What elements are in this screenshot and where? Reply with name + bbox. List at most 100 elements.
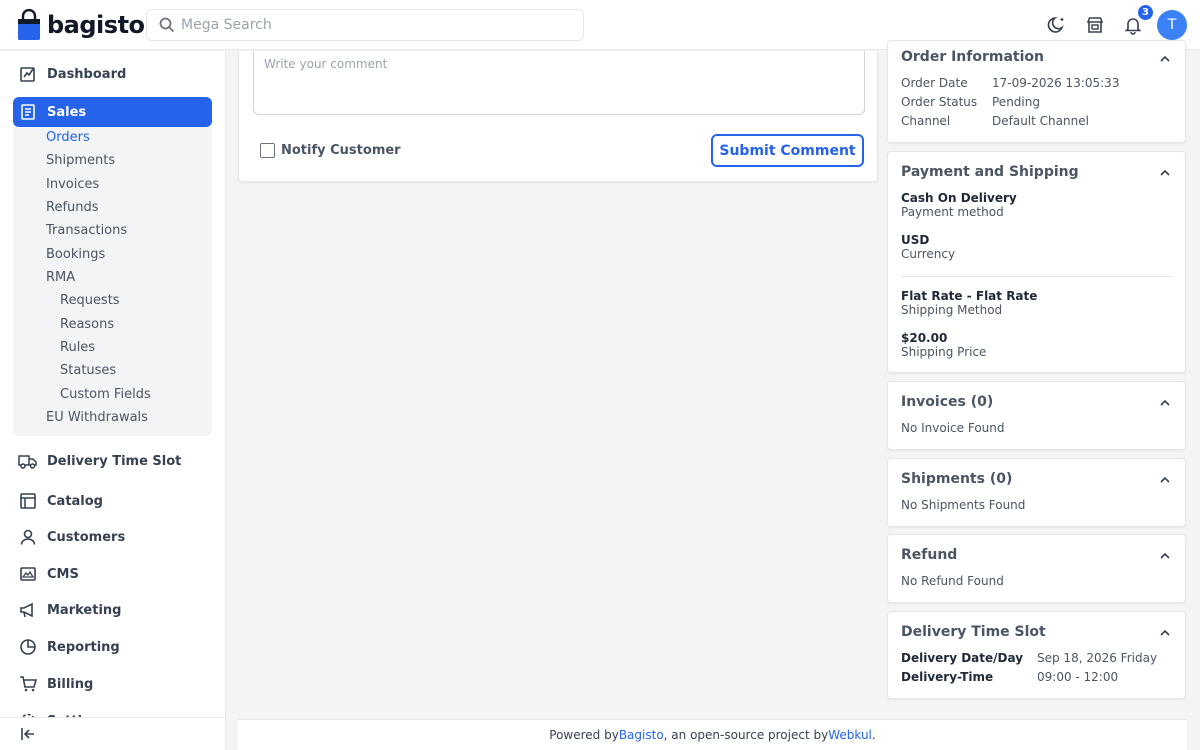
delivery-time-slot-title: Delivery Time Slot	[901, 624, 1046, 640]
chevron-up-icon[interactable]	[1158, 396, 1172, 410]
notify-customer-checkbox-row[interactable]: Notify Customer	[260, 143, 401, 158]
notification-count-badge: 3	[1137, 4, 1154, 21]
sidebar-item-label: Billing	[47, 676, 94, 692]
sidebar-item-label: Sales	[47, 104, 87, 120]
sidebar-item-dashboard[interactable]: Dashboard	[13, 59, 212, 89]
refund-empty-message: No Refund Found	[901, 574, 1004, 588]
dashboard-icon	[18, 64, 38, 84]
payment-method-value: Cash On Delivery	[901, 191, 1017, 205]
order-comment-card: Notify Customer Submit Comment	[238, 51, 878, 182]
user-icon	[18, 527, 38, 547]
invoices-card: Invoices (0) No Invoice Found	[887, 381, 1186, 450]
shipping-method-value: Flat Rate - Flat Rate	[901, 289, 1038, 303]
sidebar-subitem-custom-fields[interactable]: Custom Fields	[60, 387, 151, 402]
sidebar-item-label: Catalog	[47, 493, 103, 509]
delivery-time-value: 09:00 - 12:00	[1037, 670, 1119, 684]
sidebar-item-marketing[interactable]: Marketing	[13, 595, 212, 625]
chevron-up-icon[interactable]	[1158, 626, 1172, 640]
channel-label: Channel	[901, 114, 951, 128]
webkul-link[interactable]: Webkul	[828, 728, 872, 742]
collapse-sidebar-icon	[21, 728, 34, 740]
payment-shipping-title: Payment and Shipping	[901, 164, 1079, 180]
channel-value: Default Channel	[992, 114, 1089, 128]
sidebar-subitem-eu-withdrawals[interactable]: EU Withdrawals	[46, 410, 148, 425]
megaphone-icon	[18, 600, 38, 620]
shipments-empty-message: No Shipments Found	[901, 498, 1026, 512]
delivery-date-label: Delivery Date/Day	[901, 651, 1024, 665]
notify-customer-checkbox[interactable]	[260, 143, 275, 158]
mega-search-box[interactable]	[146, 9, 584, 41]
currency-label: Currency	[901, 247, 956, 261]
bagisto-logo[interactable]: bagisto	[17, 9, 145, 41]
user-avatar[interactable]: T	[1157, 10, 1187, 40]
notifications-button[interactable]: 3	[1121, 4, 1154, 37]
sidebar-subitem-rma[interactable]: RMA	[46, 270, 75, 285]
footer-prefix: Powered by	[549, 728, 619, 742]
sidebar-item-sales[interactable]: Sales	[13, 97, 212, 127]
shipments-card: Shipments (0) No Shipments Found	[887, 458, 1186, 527]
sidebar-subitem-requests[interactable]: Requests	[60, 293, 120, 308]
sidebar-subitem-reasons[interactable]: Reasons	[60, 317, 114, 332]
brand-name: bagisto	[47, 11, 145, 39]
divider	[901, 276, 1173, 277]
notify-customer-label: Notify Customer	[281, 143, 401, 158]
payment-method-label: Payment method	[901, 205, 1004, 219]
sidebar-item-catalog[interactable]: Catalog	[13, 486, 212, 516]
invoices-empty-message: No Invoice Found	[901, 421, 1005, 435]
sidebar-subitem-invoices[interactable]: Invoices	[46, 177, 99, 192]
visit-shop-button[interactable]	[1083, 13, 1107, 37]
sidebar-item-label: Dashboard	[47, 66, 127, 82]
sidebar-item-label: CMS	[47, 566, 79, 582]
catalog-icon	[18, 491, 38, 511]
sidebar-subitem-orders[interactable]: Orders	[46, 130, 90, 145]
sales-icon	[18, 102, 38, 122]
refund-card: Refund No Refund Found	[887, 534, 1186, 603]
sidebar-item-label: Customers	[47, 529, 126, 545]
cart-icon	[18, 674, 38, 694]
storefront-icon	[1086, 17, 1104, 33]
delivery-date-value: Sep 18, 2026 Friday	[1037, 651, 1158, 665]
currency-value: USD	[901, 233, 930, 247]
comment-textarea[interactable]	[253, 51, 865, 115]
shipping-method-label: Shipping Method	[901, 303, 1003, 317]
dark-mode-toggle[interactable]	[1045, 13, 1069, 37]
sidebar-item-delivery-time-slot[interactable]: Delivery Time Slot	[13, 446, 212, 476]
dark-mode-icon	[1047, 17, 1064, 33]
sidebar-item-billing[interactable]: Billing	[13, 669, 212, 699]
sidebar-subitem-shipments[interactable]: Shipments	[46, 153, 115, 168]
order-date-value: 17-09-2026 13:05:33	[992, 76, 1120, 90]
footer-suffix: .	[871, 728, 876, 742]
footer-middle: , an open-source project by	[663, 728, 829, 742]
chevron-up-icon[interactable]	[1158, 473, 1172, 487]
sidebar-collapse-button[interactable]	[0, 717, 225, 750]
page-footer: Powered by Bagisto, an open-source proje…	[238, 719, 1187, 750]
sidebar-item-customers[interactable]: Customers	[13, 522, 212, 552]
sidebar-subitem-refunds[interactable]: Refunds	[46, 200, 99, 215]
mega-search-input[interactable]	[181, 17, 561, 33]
pie-chart-icon	[18, 637, 38, 657]
sidebar: Dashboard Sales Orders Shipments Invoice…	[0, 51, 226, 750]
sidebar-item-reporting[interactable]: Reporting	[13, 632, 212, 662]
sidebar-item-label: Marketing	[47, 602, 122, 618]
chevron-up-icon[interactable]	[1158, 52, 1172, 66]
cms-icon	[18, 564, 38, 584]
shipping-price-value: $20.00	[901, 331, 948, 345]
shipping-price-label: Shipping Price	[901, 345, 987, 359]
delivery-truck-icon	[18, 451, 38, 471]
chevron-up-icon[interactable]	[1158, 166, 1172, 180]
submit-comment-button[interactable]: Submit Comment	[711, 134, 864, 167]
shipments-title: Shipments (0)	[901, 471, 1013, 487]
sidebar-subitem-transactions[interactable]: Transactions	[46, 223, 127, 238]
sidebar-subitem-rules[interactable]: Rules	[60, 340, 95, 355]
order-status-value: Pending	[992, 95, 1040, 109]
sidebar-subitem-statuses[interactable]: Statuses	[60, 363, 116, 378]
chevron-up-icon[interactable]	[1158, 549, 1172, 563]
sidebar-subitem-bookings[interactable]: Bookings	[46, 247, 105, 262]
order-information-card: Order Information Order Date 17-09-2026 …	[887, 40, 1186, 143]
sidebar-item-label: Delivery Time Slot	[47, 453, 182, 469]
payment-shipping-card: Payment and Shipping Cash On Delivery Pa…	[887, 151, 1186, 373]
sidebar-item-cms[interactable]: CMS	[13, 559, 212, 589]
bagisto-link[interactable]: Bagisto	[619, 728, 664, 742]
refund-title: Refund	[901, 547, 958, 563]
shopping-bag-icon	[18, 9, 40, 40]
